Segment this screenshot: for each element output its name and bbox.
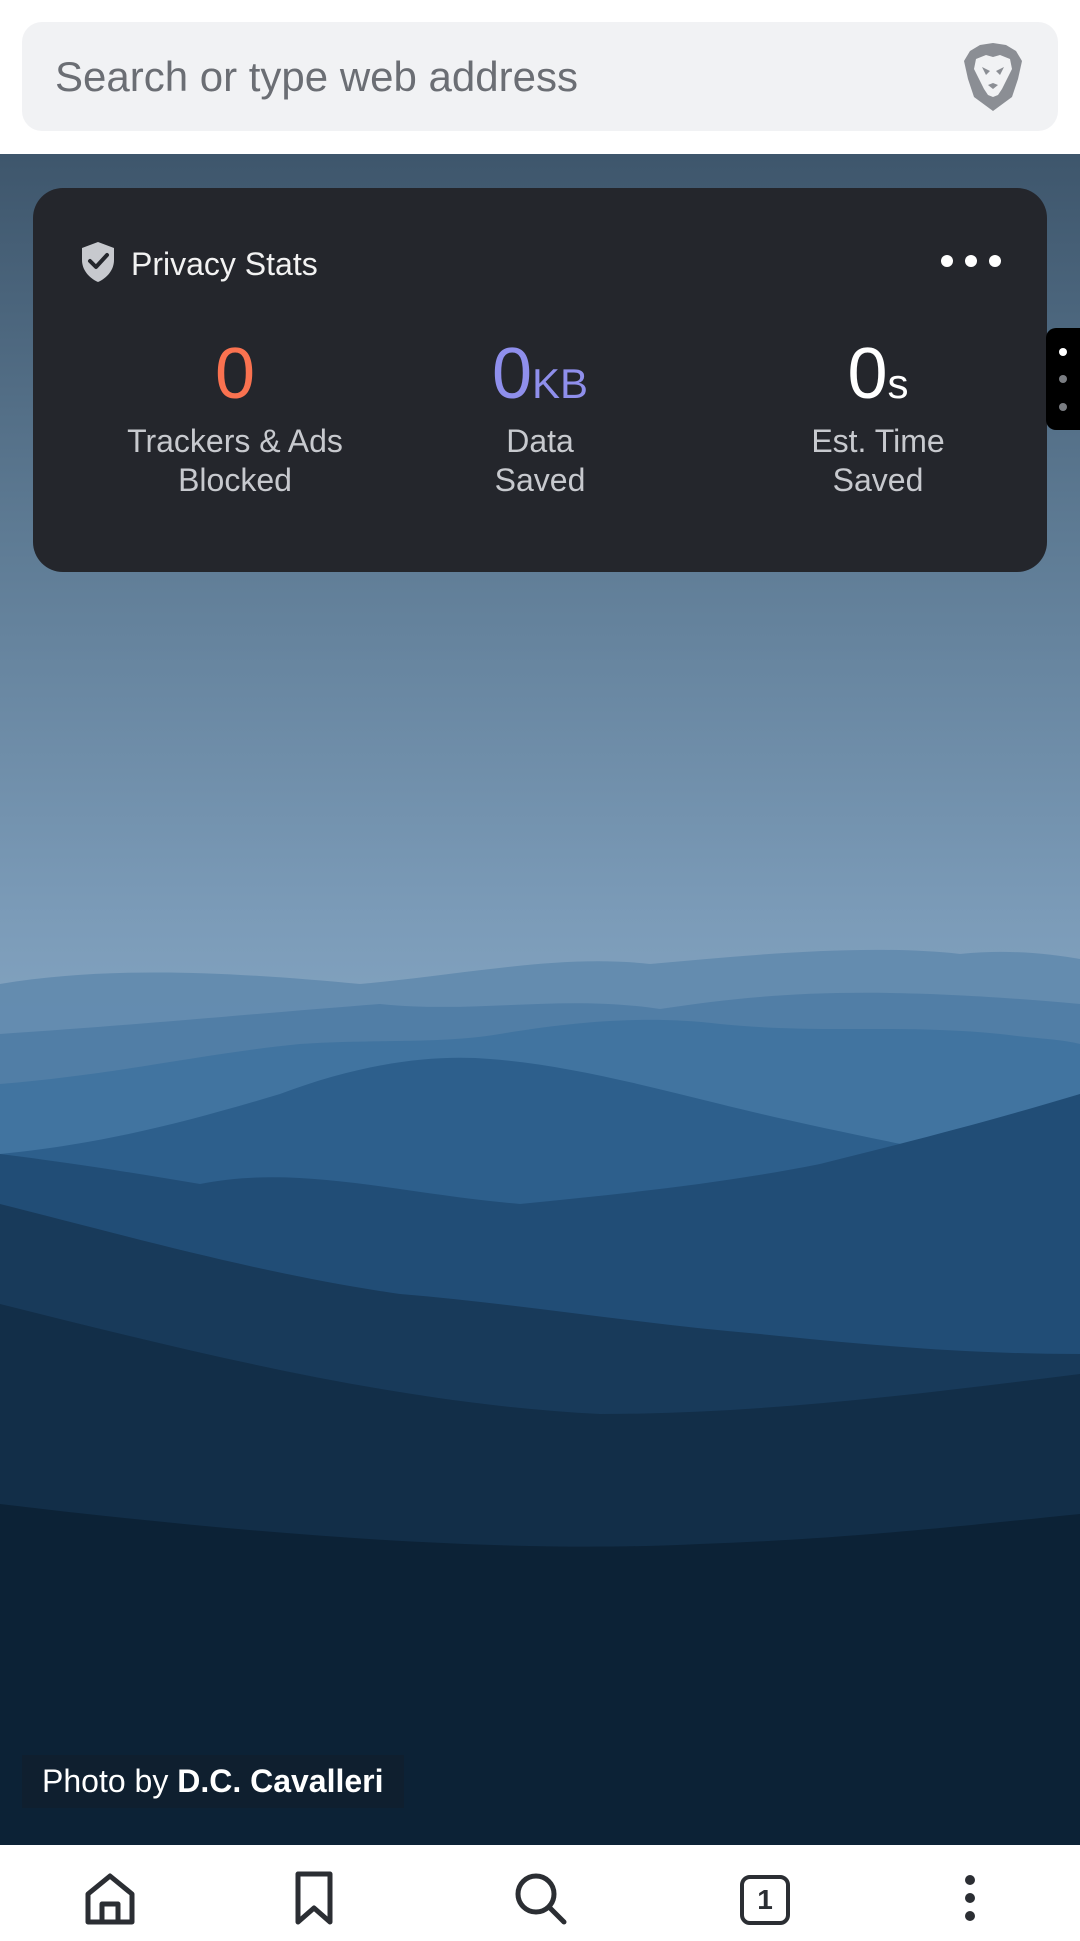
top-bar: Search or type web address bbox=[0, 0, 1080, 154]
time-saved-label: Est. Time Saved bbox=[811, 423, 945, 498]
search-icon bbox=[512, 1870, 568, 1931]
side-panel-handle[interactable] bbox=[1046, 328, 1080, 430]
bottom-toolbar: 1 bbox=[0, 1845, 1080, 1941]
home-button[interactable] bbox=[75, 1865, 145, 1935]
data-saved-stat: 0KB Data Saved bbox=[380, 334, 700, 500]
data-saved-label: Data Saved bbox=[494, 423, 586, 498]
home-icon bbox=[82, 1870, 138, 1931]
more-horizontal-icon[interactable] bbox=[941, 246, 1001, 276]
trackers-blocked-stat: 0 Trackers & Ads Blocked bbox=[75, 334, 395, 500]
tabs-icon: 1 bbox=[740, 1875, 790, 1925]
privacy-stats-title: Privacy Stats bbox=[131, 246, 318, 282]
url-bar-placeholder: Search or type web address bbox=[55, 52, 578, 100]
data-saved-value: 0KB bbox=[491, 334, 589, 414]
brave-lion-icon[interactable] bbox=[962, 41, 1024, 113]
url-bar[interactable]: Search or type web address bbox=[22, 22, 1058, 131]
menu-button[interactable] bbox=[935, 1865, 1005, 1935]
photo-credit-prefix: Photo by bbox=[42, 1763, 169, 1799]
photo-credit[interactable]: Photo by D.C. Cavalleri bbox=[22, 1755, 404, 1808]
time-saved-value: 0s bbox=[847, 334, 909, 414]
tabs-button[interactable]: 1 bbox=[730, 1865, 800, 1935]
bookmarks-button[interactable] bbox=[279, 1865, 349, 1935]
shield-check-icon bbox=[79, 240, 117, 289]
more-vertical-icon bbox=[960, 1870, 980, 1931]
photo-credit-author: D.C. Cavalleri bbox=[177, 1763, 384, 1799]
privacy-stats-card: Privacy Stats 0 Trackers & Ads Blocked 0… bbox=[33, 188, 1047, 572]
privacy-stats-header: Privacy Stats bbox=[79, 240, 318, 289]
trackers-blocked-label: Trackers & Ads Blocked bbox=[127, 423, 343, 498]
search-button[interactable] bbox=[505, 1865, 575, 1935]
trackers-blocked-value: 0 bbox=[214, 334, 256, 414]
bookmark-icon bbox=[292, 1870, 336, 1931]
time-saved-stat: 0s Est. Time Saved bbox=[718, 334, 1038, 500]
